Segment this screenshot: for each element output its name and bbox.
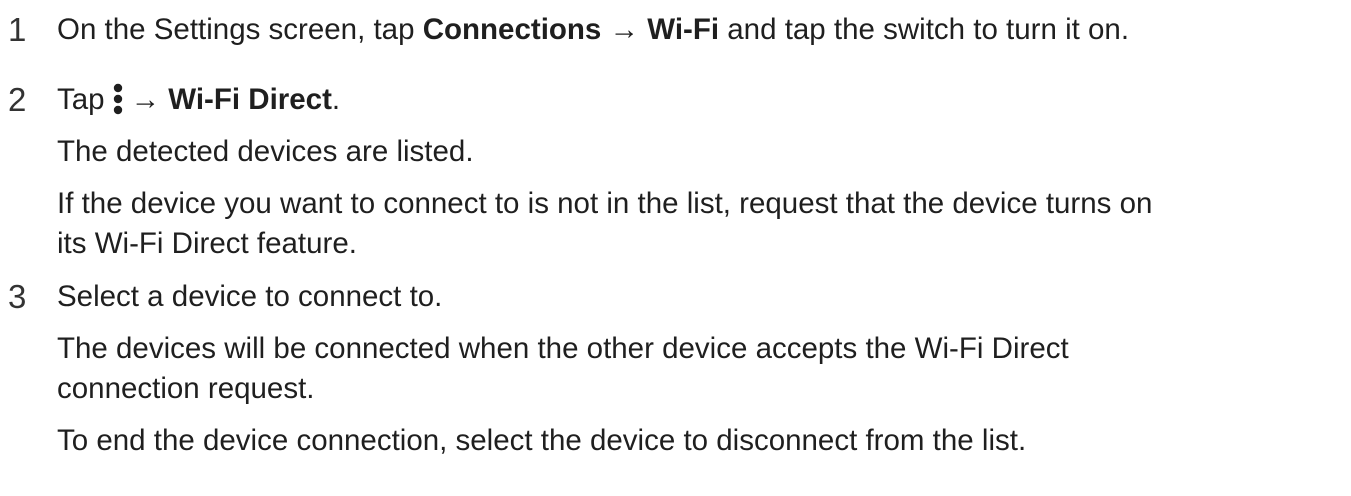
- wifi-menu-label: Wi-Fi: [647, 13, 720, 46]
- step-number: 1: [8, 11, 27, 48]
- instruction-text: On the Settings screen, tap: [57, 13, 423, 46]
- arrow-separator: →: [601, 13, 648, 46]
- connections-menu-label: Connections: [422, 13, 602, 46]
- step-2-note: its Wi-Fi Direct feature.: [57, 227, 357, 260]
- step-2-instruction: Tap → Wi-Fi Direct.: [57, 80, 340, 120]
- step-2-note: If the device you want to connect to is …: [57, 187, 1153, 220]
- step-number: 3: [8, 278, 27, 315]
- arrow-separator: →: [130, 83, 169, 116]
- step-number: 2: [8, 81, 27, 118]
- instruction-text: and tap the switch to turn it on.: [719, 13, 1130, 46]
- step-3-note: The devices will be connected when the o…: [57, 332, 1069, 365]
- wifi-direct-menu-label: Wi-Fi Direct: [168, 83, 332, 116]
- step-3-instruction: Select a device to connect to.: [57, 280, 443, 313]
- more-options-icon: [113, 83, 122, 115]
- step-1-instruction: On the Settings screen, tap Connections …: [57, 10, 1129, 50]
- instruction-text: Tap: [57, 83, 105, 116]
- step-2-note: The detected devices are listed.: [57, 135, 474, 168]
- step-3-note: connection request.: [57, 372, 315, 405]
- instruction-text: .: [331, 83, 341, 116]
- step-3-note: To end the device connection, select the…: [57, 424, 1027, 457]
